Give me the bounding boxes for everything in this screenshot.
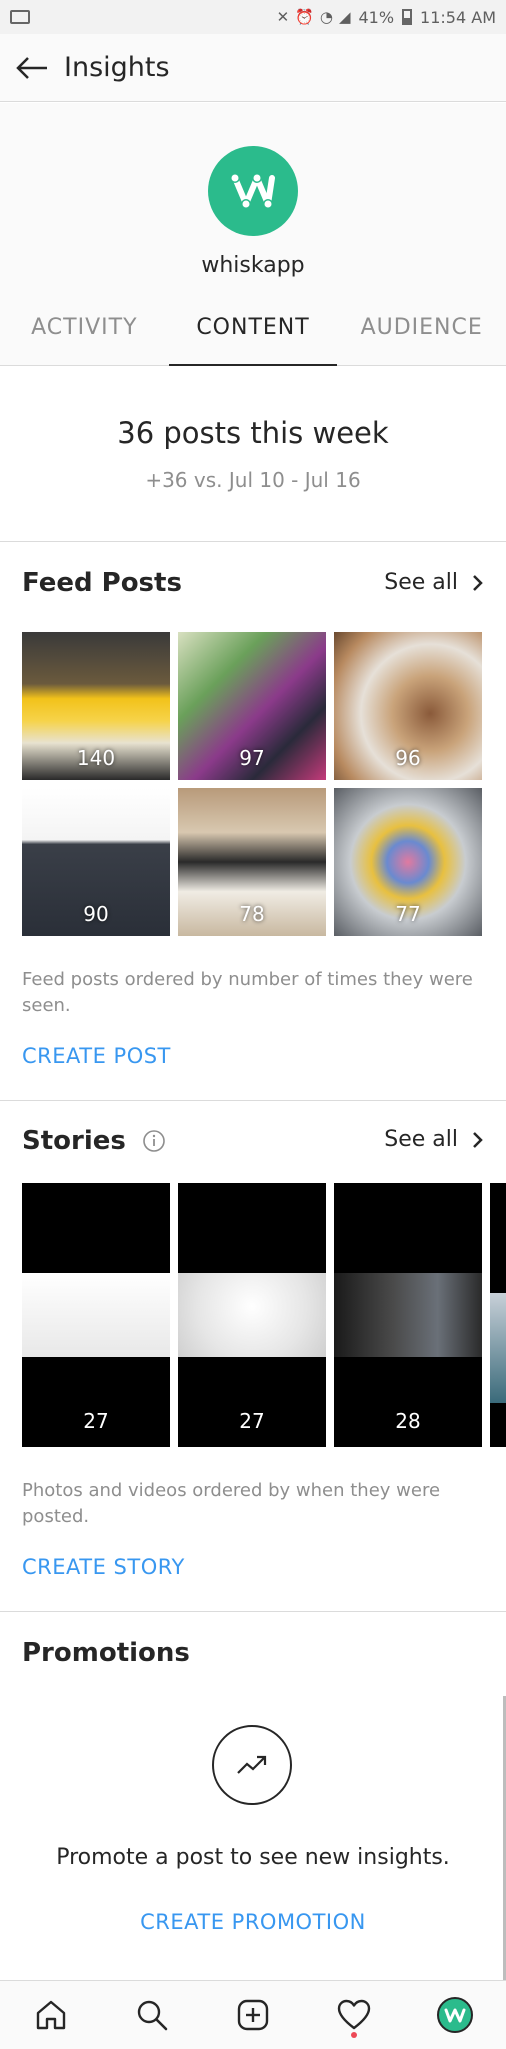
story-thumb[interactable]: 27: [178, 1183, 326, 1447]
feed-post-thumb[interactable]: 90: [22, 788, 170, 936]
back-button[interactable]: [0, 34, 64, 102]
divider: [0, 1100, 506, 1101]
story-thumb-partial[interactable]: [490, 1183, 506, 1447]
story-view-count: 27: [83, 1409, 109, 1433]
nav-activity[interactable]: [329, 1990, 379, 2040]
info-icon[interactable]: [142, 1129, 166, 1153]
notification-icon: [10, 10, 30, 24]
post-view-count: 77: [395, 902, 421, 926]
stories-header: Stories: [22, 1126, 166, 1156]
feed-post-thumb[interactable]: 96: [334, 632, 482, 780]
feed-post-thumb[interactable]: 77: [334, 788, 482, 936]
wifi-icon: ◔: [319, 8, 333, 26]
arrow-left-icon: [16, 56, 47, 79]
signal-icon: ◢: [338, 8, 351, 26]
tab-audience[interactable]: AUDIENCE: [337, 293, 506, 365]
posts-comparison: +36 vs. Jul 10 - Jul 16: [145, 468, 361, 492]
profile-header: whiskapp: [0, 103, 506, 293]
whisk-logo-icon: [230, 173, 275, 209]
home-icon: [36, 2000, 65, 2030]
profile-avatar-icon: [437, 1997, 474, 2033]
feed-post-thumb[interactable]: 78: [178, 788, 326, 936]
notification-dot: [351, 2032, 358, 2038]
post-view-count: 78: [239, 902, 265, 926]
feed-posts-note: Feed posts ordered by number of times th…: [22, 969, 473, 1016]
nav-profile[interactable]: [430, 1990, 480, 2040]
story-thumb[interactable]: 27: [22, 1183, 170, 1447]
profile-name: whiskapp: [201, 253, 305, 278]
story-thumb[interactable]: 28: [334, 1183, 482, 1447]
avatar: [208, 146, 298, 236]
feed-post-thumb[interactable]: 140: [22, 632, 170, 780]
insights-tabs: ACTIVITY CONTENT AUDIENCE: [0, 293, 506, 366]
stories-title: Stories: [22, 1126, 126, 1156]
feed-posts-see-all[interactable]: See all: [384, 570, 484, 595]
story-preview: [334, 1273, 482, 1357]
create-story-link[interactable]: CREATE STORY: [22, 1555, 185, 1579]
see-all-label: See all: [384, 1127, 458, 1152]
promotion-message: Promote a post to see new insights.: [56, 1845, 450, 1870]
divider: [0, 1611, 506, 1612]
page-title: Insights: [64, 52, 170, 83]
mute-icon: ✕: [276, 8, 290, 26]
nav-new-post[interactable]: [228, 1990, 278, 2040]
feed-post-thumb[interactable]: 97: [178, 632, 326, 780]
weekly-summary: 36 posts this week +36 vs. Jul 10 - Jul …: [0, 366, 506, 541]
promotion-icon-circle: [212, 1725, 292, 1805]
story-preview: [22, 1273, 170, 1357]
battery-icon: [402, 9, 413, 25]
story-preview: [178, 1273, 326, 1357]
top-bar: Insights: [0, 34, 506, 102]
search-icon: [137, 2000, 168, 2031]
post-view-count: 97: [239, 746, 265, 770]
chevron-right-icon: [473, 1131, 483, 1148]
trending-up-icon: [237, 1755, 267, 1774]
post-view-count: 96: [395, 746, 421, 770]
promotions-title: Promotions: [22, 1638, 190, 1668]
posts-this-week: 36 posts this week: [117, 416, 389, 450]
status-time: 11:54 AM: [420, 7, 496, 27]
add-post-icon: [237, 1999, 269, 2031]
status-icons: ✕ ⏰ ◔ ◢: [277, 8, 351, 26]
tab-activity[interactable]: ACTIVITY: [0, 293, 169, 365]
bottom-navigation: [0, 1980, 506, 2049]
create-promotion-link[interactable]: CREATE PROMOTION: [0, 1910, 506, 1934]
story-view-count: 28: [395, 1409, 421, 1433]
stories-note: Photos and videos ordered by when they w…: [22, 1480, 441, 1527]
post-view-count: 90: [83, 902, 109, 926]
alarm-icon: ⏰: [295, 8, 314, 26]
see-all-label: See all: [384, 570, 458, 595]
story-view-count: 27: [239, 1409, 265, 1433]
feed-posts-title: Feed Posts: [22, 568, 182, 598]
status-bar: ✕ ⏰ ◔ ◢ 41% 11:54 AM: [0, 0, 506, 34]
post-view-count: 140: [76, 746, 116, 770]
chevron-right-icon: [473, 574, 483, 591]
stories-see-all[interactable]: See all: [384, 1127, 484, 1152]
battery-percent: 41%: [358, 7, 395, 27]
nav-search[interactable]: [127, 1990, 177, 2040]
tab-content[interactable]: CONTENT: [168, 293, 338, 366]
divider: [0, 541, 506, 542]
create-post-link[interactable]: CREATE POST: [22, 1044, 171, 1068]
nav-home[interactable]: [26, 1990, 76, 2040]
story-preview: [490, 1293, 506, 1403]
heart-icon: [337, 1999, 371, 2030]
